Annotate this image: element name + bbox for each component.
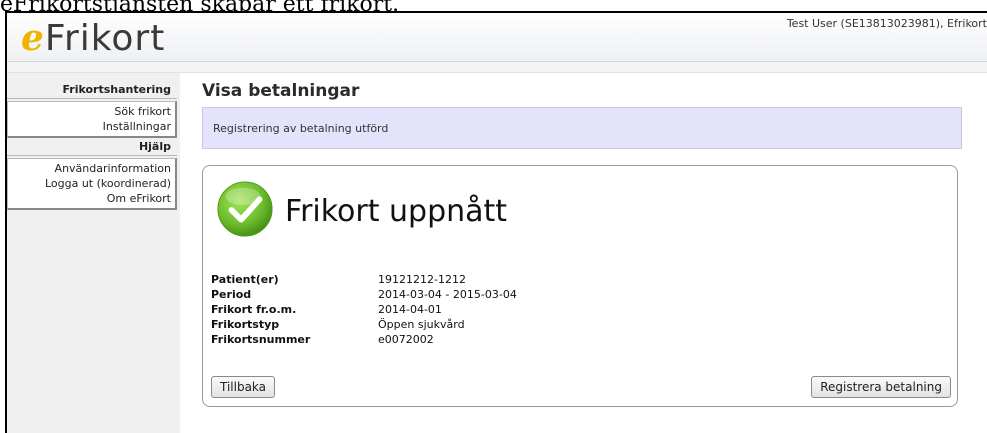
details-list: Patient(er) 19121212-1212 Period 2014-03-0… [211, 272, 517, 347]
sidebar-group-hjalp: Användarinformation Logga ut (koordinera… [7, 158, 177, 210]
sidebar-heading-hjalp: Hjälp [7, 140, 177, 156]
detail-row: Frikortsnummer e0072002 [211, 332, 517, 347]
detail-value: e0072002 [378, 333, 434, 346]
sidebar-item-installningar[interactable]: Inställningar [12, 119, 171, 134]
app-window: eFrikort Test User (SE13813023981), Efri… [5, 11, 987, 433]
detail-label: Period [211, 288, 252, 301]
sidebar-item-logga-ut[interactable]: Logga ut (koordinerad) [12, 176, 171, 191]
sidebar-group-frikortshantering: Sök frikort Inställningar [7, 101, 177, 138]
sidebar-item-anvandarinformation[interactable]: Användarinformation [12, 161, 171, 176]
detail-row: Frikortstyp Öppen sjukvård [211, 317, 517, 332]
detail-row: Patient(er) 19121212-1212 [211, 272, 517, 287]
detail-label: Frikortsnummer [211, 333, 311, 346]
detail-row: Period 2014-03-04 - 2015-03-04 [211, 287, 517, 302]
sidebar-heading-frikortshantering: Frikortshantering [7, 83, 177, 99]
register-payment-button[interactable]: Registrera betalning [811, 376, 951, 398]
app-logo: eFrikort [21, 17, 165, 59]
user-info: Test User (SE13813023981), Efrikort [786, 17, 987, 30]
detail-value: Öppen sjukvård [378, 318, 465, 331]
logo-prefix: e [21, 17, 45, 59]
detail-label: Frikortstyp [211, 318, 280, 331]
status-notice-text: Registrering av betalning utförd [213, 122, 389, 135]
sidebar-item-sok-frikort[interactable]: Sök frikort [12, 104, 171, 119]
main-content: Visa betalningar Registrering av betalni… [202, 73, 962, 407]
app-header: eFrikort Test User (SE13813023981), Efri… [7, 13, 987, 62]
detail-label: Frikort fr.o.m. [211, 303, 297, 316]
detail-value: 2014-04-01 [378, 303, 442, 316]
sidebar-item-om-efrikort[interactable]: Om eFrikort [12, 191, 171, 206]
sidebar: Frikortshantering Sök frikort Inställnin… [7, 73, 180, 433]
status-notice: Registrering av betalning utförd [202, 107, 962, 149]
detail-row: Frikort fr.o.m. 2014-04-01 [211, 302, 517, 317]
logo-name: Frikort [44, 18, 166, 59]
header-subbar [7, 62, 987, 73]
detail-value: 2014-03-04 - 2015-03-04 [378, 288, 517, 301]
page-title: Visa betalningar [202, 81, 360, 101]
back-button[interactable]: Tillbaka [211, 376, 276, 398]
detail-label: Patient(er) [211, 273, 279, 286]
check-circle-icon [217, 181, 273, 237]
detail-value: 19121212-1212 [378, 273, 466, 286]
result-heading: Frikort uppnått [285, 194, 508, 229]
result-card: Frikort uppnått Patient(er) 19121212-1212… [202, 165, 958, 407]
